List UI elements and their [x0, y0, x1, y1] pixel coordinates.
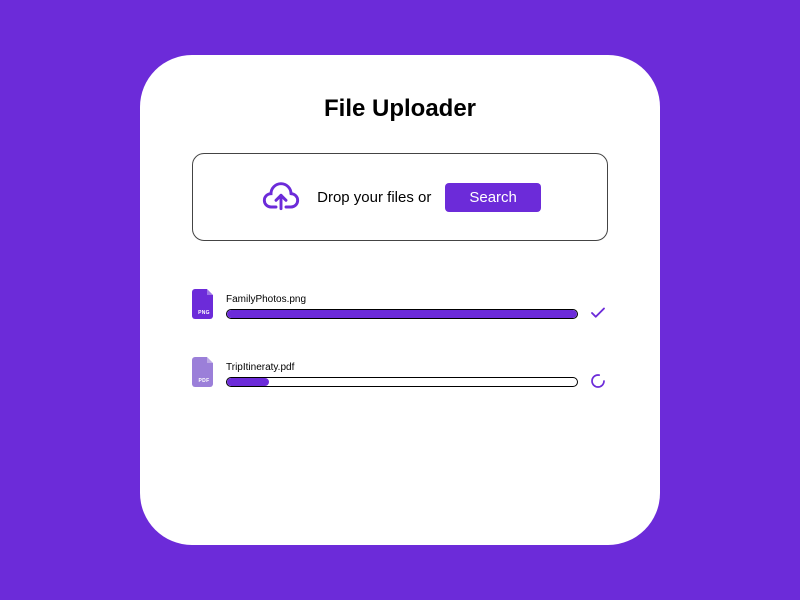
file-name: TripItineraty.pdf — [226, 362, 578, 373]
cloud-upload-icon — [259, 175, 303, 219]
checkmark-icon — [588, 303, 608, 323]
dropzone[interactable]: Drop your files or Search — [192, 153, 608, 241]
progress-fill — [227, 310, 577, 318]
file-row: PDF TripItineraty.pdf — [192, 357, 608, 387]
file-ext-label: PDF — [192, 378, 216, 384]
search-button[interactable]: Search — [445, 183, 541, 212]
file-row: PNG FamilyPhotos.png — [192, 289, 608, 319]
file-body: TripItineraty.pdf — [226, 362, 578, 387]
page-title: File Uploader — [192, 95, 608, 123]
file-ext-label: PNG — [192, 310, 216, 316]
dropzone-text: Drop your files or — [317, 189, 431, 206]
file-name: FamilyPhotos.png — [226, 294, 578, 305]
spinner-icon — [588, 371, 608, 391]
progress-bar — [226, 377, 578, 387]
file-type-icon: PDF — [192, 357, 216, 387]
file-type-icon: PNG — [192, 289, 216, 319]
progress-fill — [227, 378, 269, 386]
progress-bar — [226, 309, 578, 319]
file-body: FamilyPhotos.png — [226, 294, 578, 319]
uploader-card: File Uploader Drop your files or Search … — [140, 55, 660, 545]
